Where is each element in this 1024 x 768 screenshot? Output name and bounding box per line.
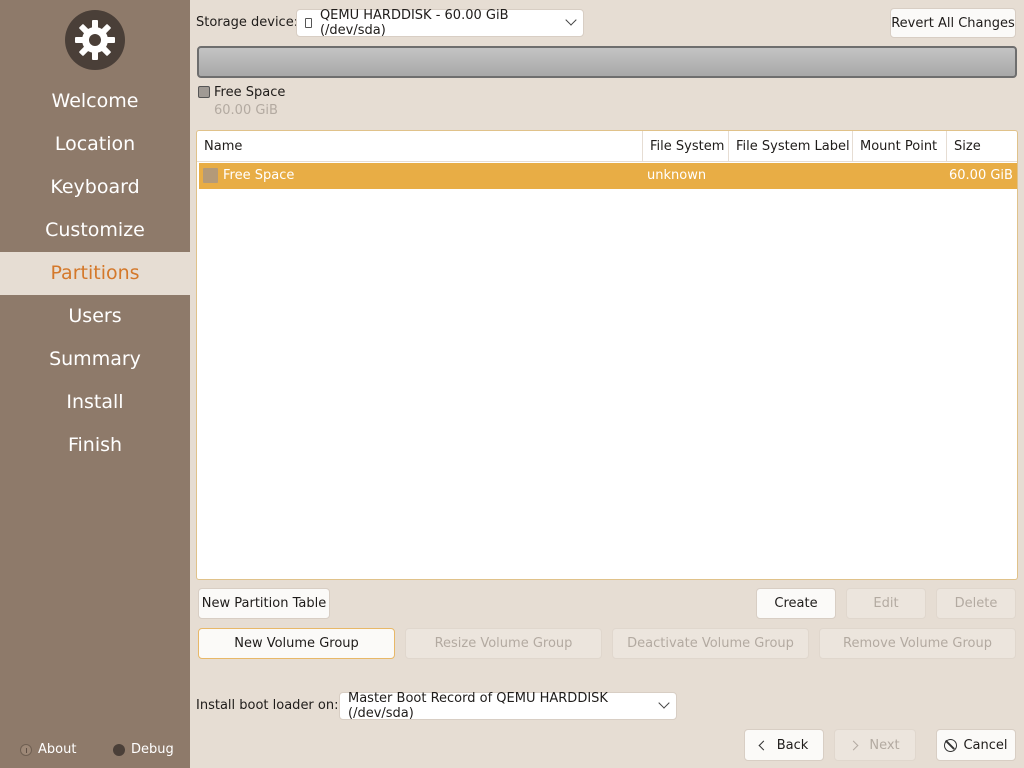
info-icon: [20, 743, 32, 756]
next-label: Next: [869, 737, 900, 753]
partition-bar: [197, 46, 1017, 78]
table-header: Name File System File System Label Mount…: [197, 131, 1017, 162]
step-finish: Finish: [67, 434, 123, 456]
step-location: Location: [54, 133, 136, 155]
step-customize: Customize: [45, 219, 145, 241]
bootloader-select[interactable]: Master Boot Record of QEMU HARDDISK (/de…: [339, 691, 677, 721]
new-partition-table-button[interactable]: New Partition Table: [198, 588, 330, 619]
cancel-label: Cancel: [963, 737, 1008, 753]
bootloader-value: Master Boot Record of QEMU HARDDISK (/de…: [348, 691, 608, 721]
create-button[interactable]: Create: [756, 588, 836, 619]
legend-size: 60.00 GiB: [214, 103, 278, 118]
resize-volume-group-button[interactable]: Resize Volume Group: [405, 628, 602, 659]
row-size: 60.00 GiB: [949, 168, 1013, 183]
about-button[interactable]: About: [20, 742, 76, 757]
edit-button[interactable]: Edit: [846, 588, 926, 619]
sidebar-footer: About Debug: [0, 742, 190, 760]
revert-all-changes-button[interactable]: Revert All Changes: [890, 8, 1016, 38]
column-size[interactable]: Size: [947, 131, 1017, 162]
column-name[interactable]: Name: [197, 131, 643, 162]
bug-icon: [113, 743, 125, 756]
new-volume-group-button[interactable]: New Volume Group: [198, 628, 395, 659]
step-keyboard: Keyboard: [50, 176, 140, 198]
debug-button[interactable]: Debug: [113, 742, 174, 757]
bootloader-label: Install boot loader on:: [196, 698, 339, 713]
cancel-icon: [944, 738, 958, 752]
remove-volume-group-button[interactable]: Remove Volume Group: [819, 628, 1016, 659]
step-install: Install: [66, 391, 124, 413]
debug-label: Debug: [131, 742, 174, 757]
step-users: Users: [68, 305, 122, 327]
partition-table: Name File System File System Label Mount…: [196, 130, 1018, 580]
storage-device-select[interactable]: QEMU HARDDISK - 60.00 GiB (/dev/sda): [296, 8, 584, 38]
disk-icon: [305, 18, 312, 28]
back-button[interactable]: Back: [744, 729, 824, 761]
about-label: About: [38, 742, 77, 757]
row-file-system: unknown: [647, 168, 707, 183]
row-name: Free Space: [223, 168, 295, 183]
next-button[interactable]: Next: [834, 729, 916, 761]
table-row[interactable]: Free Space unknown 60.00 GiB: [199, 163, 1017, 189]
deactivate-volume-group-button[interactable]: Deactivate Volume Group: [612, 628, 809, 659]
column-mount-point[interactable]: Mount Point: [853, 131, 947, 162]
step-summary: Summary: [49, 348, 141, 370]
column-file-system[interactable]: File System: [643, 131, 729, 162]
legend-name: Free Space: [214, 85, 286, 100]
free-space-swatch-icon: [198, 86, 210, 98]
storage-device-label: Storage device:: [196, 15, 299, 30]
partitions-page: Storage device: QEMU HARDDISK - 60.00 Gi…: [190, 0, 1024, 768]
free-space-swatch-icon: [203, 168, 218, 183]
delete-button[interactable]: Delete: [936, 588, 1016, 619]
sidebar: Welcome Location Keyboard Customize Part…: [0, 0, 190, 768]
step-welcome: Welcome: [51, 90, 139, 112]
storage-device-value: QEMU HARDDISK - 60.00 GiB (/dev/sda): [319, 8, 509, 38]
calamares-logo-icon: [65, 10, 125, 70]
step-nav: Welcome Location Keyboard Customize Part…: [0, 80, 190, 467]
cancel-button[interactable]: Cancel: [936, 729, 1016, 761]
back-label: Back: [776, 737, 809, 753]
column-file-system-label[interactable]: File System Label: [729, 131, 853, 162]
chevron-right-icon: [848, 740, 859, 750]
step-partitions: Partitions: [0, 252, 190, 295]
chevron-left-icon: [758, 740, 769, 750]
